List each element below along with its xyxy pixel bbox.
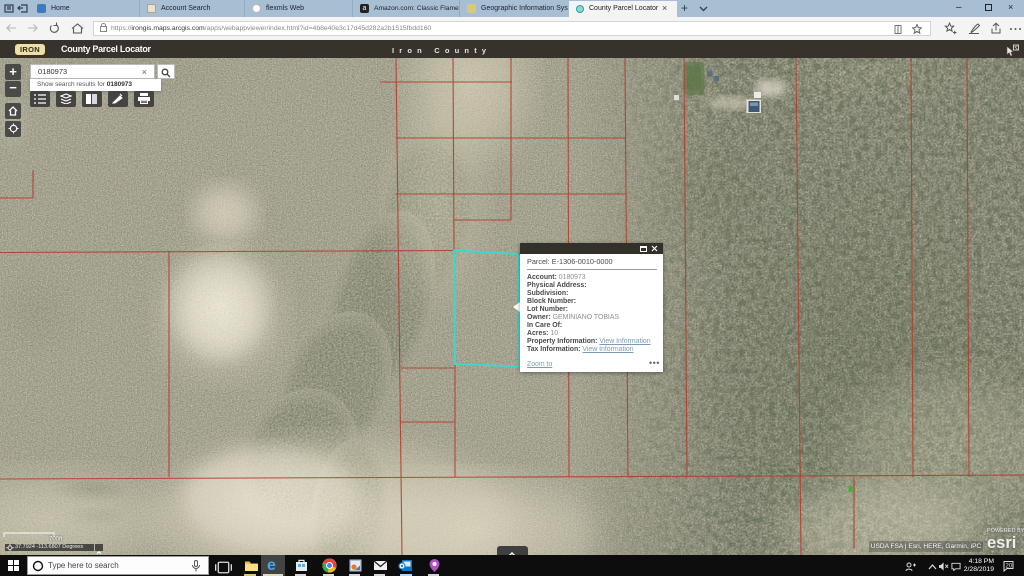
svg-text:700ft: 700ft [49,537,63,543]
svg-text:20: 20 [1006,564,1013,570]
